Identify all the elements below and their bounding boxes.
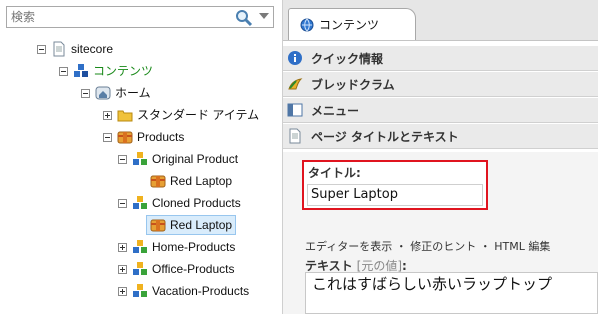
tree-label: スタンダード アイテム [137,108,260,122]
section-label: ページ タイトルとテキスト [311,129,459,144]
chevron-down-icon[interactable] [259,13,269,19]
tree-label: Office-Products [152,262,235,276]
section-menu[interactable]: メニュー [283,98,598,123]
section-breadcrumb[interactable]: ブレッドクラム [283,72,598,97]
document-icon [51,41,67,57]
text-field-label: テキスト [305,259,353,273]
tab-content[interactable]: コンテンツ [288,8,417,40]
tree-label: Original Product [152,152,239,166]
content-cubes-icon [132,283,148,299]
editor-tabstrip: コンテンツ [283,0,598,41]
content-cubes-icon [132,261,148,277]
folder-icon [117,107,133,123]
search-box[interactable] [6,6,274,28]
expand-toggle[interactable] [103,110,112,120]
content-tree-pane: sitecore コンテンツ ホーム スタンダード アイテム [0,0,283,314]
tree-label: Vacation-Products [152,284,250,298]
expand-toggle[interactable] [118,286,127,296]
title-field: タイトル: Super Laptop [302,160,488,210]
tree-node-sitecore[interactable]: sitecore [37,39,113,59]
menu-icon [287,102,303,118]
title-field-label: タイトル: [308,166,361,180]
collapse-toggle[interactable] [118,198,127,208]
info-icon [287,50,303,66]
tree-node-products[interactable]: Products [103,127,184,147]
products-box-icon [117,129,133,145]
tree-label: Red Laptop [170,174,233,188]
collapse-toggle[interactable] [81,88,90,98]
editor-links[interactable]: エディターを表示 ・ 修正のヒント ・ HTML 編集 [305,238,550,254]
content-cubes-icon [132,195,148,211]
content-cubes-icon [73,63,89,79]
section-label: メニュー [311,103,360,118]
breadcrumb-icon [287,76,303,92]
collapse-toggle[interactable] [118,154,127,164]
content-cubes-icon [132,239,148,255]
collapse-toggle[interactable] [37,44,46,54]
search-icon[interactable] [235,9,253,27]
section-label: クイック情報 [311,51,384,66]
text-field-colon: : [402,259,407,273]
search-input[interactable] [11,9,231,25]
tree-label: Red Laptop [170,218,233,232]
text-input[interactable]: これはすばらしい赤いラップトップ [305,272,598,314]
products-box-icon [150,217,166,233]
tree-node-cloned-products[interactable]: Cloned Products [118,193,241,213]
tree-label: sitecore [71,42,114,56]
products-box-icon [150,173,166,189]
content-globe-icon [299,17,315,33]
collapse-toggle[interactable] [103,132,112,142]
tree-node-office-products[interactable]: Office-Products [118,259,234,279]
tree-node-red-laptop-original[interactable]: Red Laptop [150,171,232,191]
tree-node-content[interactable]: コンテンツ [59,61,153,81]
tree-node-home[interactable]: ホーム [81,83,151,103]
tree-node-original-product[interactable]: Original Product [118,149,238,169]
sitecore-content-editor: sitecore コンテンツ ホーム スタンダード アイテム [0,0,598,314]
content-cubes-icon [132,151,148,167]
tree-label: Products [137,130,185,144]
section-quick-info[interactable]: クイック情報 [283,46,598,71]
tree-label: Home-Products [152,240,236,254]
original-value-link[interactable]: [元の値] [357,259,402,273]
home-icon [95,85,111,101]
tree-label: Cloned Products [152,196,241,210]
tree-label: ホーム [115,86,151,100]
tree-node-vacation-products[interactable]: Vacation-Products [118,281,249,301]
tree-node-standard-items[interactable]: スタンダード アイテム [103,105,259,125]
collapse-toggle[interactable] [59,66,68,76]
tree-node-red-laptop-cloned[interactable]: Red Laptop [146,215,237,235]
expand-toggle[interactable] [118,264,127,274]
tree-node-home-products[interactable]: Home-Products [118,237,235,257]
title-input[interactable]: Super Laptop [307,184,483,206]
section-label: ブレッドクラム [311,77,395,92]
section-page-title-text[interactable]: ページ タイトルとテキスト [283,124,598,149]
selected-node-highlight[interactable]: Red Laptop [146,215,237,235]
expand-toggle[interactable] [118,242,127,252]
tab-label: コンテンツ [319,18,380,32]
page-icon [287,128,303,144]
tree-label: コンテンツ [93,64,154,78]
